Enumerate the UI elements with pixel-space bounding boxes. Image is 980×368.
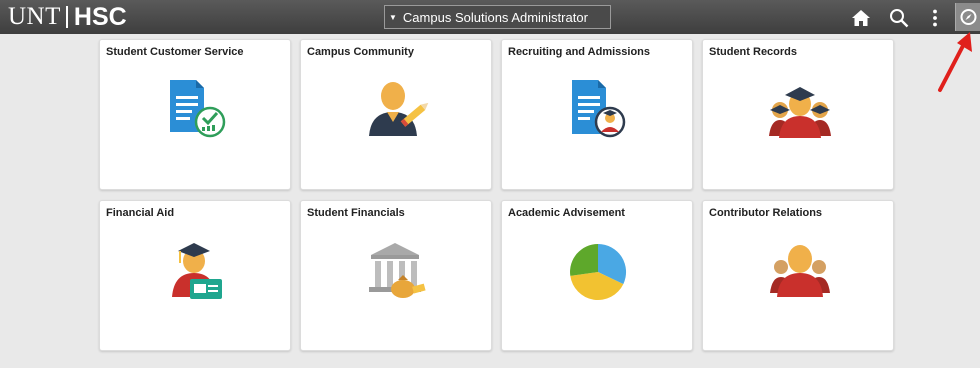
people-group-icon — [770, 245, 830, 297]
document-person-icon — [572, 80, 626, 138]
dropdown-caret-icon: ▼ — [389, 12, 397, 22]
tile-campus-community[interactable]: Campus Community — [300, 39, 492, 190]
graduate-card-icon — [172, 243, 222, 299]
pie-chart-icon — [570, 243, 627, 301]
tile-academic-advisement[interactable]: Academic Advisement — [501, 200, 693, 351]
document-check-icon — [170, 80, 226, 138]
tile-student-customer-service[interactable]: Student Customer Service — [99, 39, 291, 190]
tile-contributor-relations[interactable]: Contributor Relations — [702, 200, 894, 351]
tile-title: Student Records — [709, 46, 798, 58]
person-pencil-icon — [369, 82, 429, 136]
tile-student-financials[interactable]: Student Financials — [300, 200, 492, 351]
graduates-group-icon — [769, 87, 831, 138]
homepage-selector-label: Campus Solutions Administrator — [402, 9, 588, 25]
tile-title: Student Customer Service — [106, 46, 244, 58]
home-icon[interactable] — [851, 8, 871, 28]
tile-recruiting-and-admissions[interactable]: Recruiting and Admissions — [501, 39, 693, 190]
tile-title: Contributor Relations — [709, 207, 823, 219]
navbar-icon — [960, 9, 977, 25]
top-header-bar: UNT HSC ▼ Campus Solutions Administrator — [0, 0, 980, 34]
tile-financial-aid[interactable]: Financial Aid — [99, 200, 291, 351]
logo-unt-text: UNT — [8, 3, 61, 30]
tile-title: Campus Community — [307, 46, 414, 58]
tile-title: Financial Aid — [106, 207, 175, 219]
annotation-arrow — [938, 32, 972, 92]
bank-money-icon — [369, 243, 426, 298]
logo-divider — [65, 6, 68, 28]
logo-hsc-text: HSC — [73, 2, 127, 31]
navbar-button[interactable] — [955, 3, 980, 31]
search-icon[interactable] — [889, 8, 909, 28]
tile-title: Academic Advisement — [508, 207, 625, 219]
tile-student-records[interactable]: Student Records — [702, 39, 894, 190]
tile-title: Student Financials — [307, 207, 405, 219]
unt-hsc-logo[interactable]: UNT HSC — [8, 3, 127, 31]
actions-menu-icon[interactable] — [925, 8, 945, 28]
tile-title: Recruiting and Admissions — [508, 46, 651, 58]
homepage-selector[interactable]: ▼ Campus Solutions Administrator — [384, 5, 611, 29]
